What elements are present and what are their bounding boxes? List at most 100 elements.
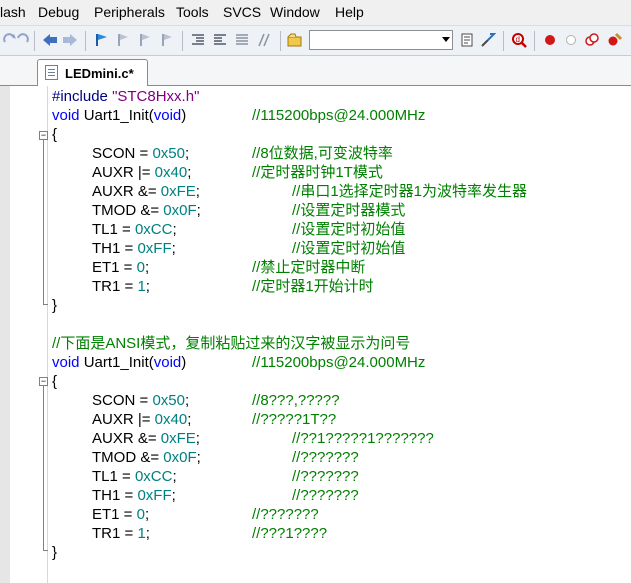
- code-comment: //???????: [252, 506, 319, 523]
- code-token: TL1 =: [92, 468, 135, 485]
- find-combo[interactable]: [309, 30, 453, 50]
- configure-icon[interactable]: [460, 32, 476, 48]
- chevron-down-icon[interactable]: [442, 37, 450, 42]
- code-comment: //?????1T??: [252, 411, 337, 428]
- code-line-stmt: TH1 = 0xFF;: [92, 486, 176, 505]
- code-comment-func2: //115200bps@24.000MHz: [252, 354, 426, 371]
- code-note-comment: //下面是ANSI模式，复制粘贴过来的汉字被显示为问号: [52, 335, 411, 352]
- code-line-stmt: AUXR |= 0x40;: [92, 163, 191, 182]
- menu-debug[interactable]: Debug: [38, 4, 79, 20]
- tab-ledmini-c[interactable]: LEDmini.c*: [37, 59, 148, 86]
- menu-window[interactable]: Window: [270, 4, 320, 20]
- code-token: 0x0F: [163, 449, 197, 466]
- code-comment: //设置定时器模式: [292, 202, 406, 219]
- code-comment: //???????: [292, 449, 359, 466]
- unindent-icon[interactable]: [212, 32, 228, 48]
- code-close-brace-2: }: [52, 544, 58, 561]
- code-token: ;: [196, 449, 201, 466]
- code-line-stmt: SCON = 0x50;: [92, 391, 189, 410]
- uncomment-icon[interactable]: [256, 32, 272, 48]
- code-token: 0x50: [152, 392, 185, 409]
- code-line-stmt: TR1 = 1;: [92, 524, 150, 543]
- prev-bookmark-icon[interactable]: [116, 32, 132, 48]
- menu-peripherals[interactable]: Peripherals: [94, 4, 165, 20]
- code-token: ;: [145, 525, 150, 542]
- undo-icon[interactable]: [14, 32, 30, 48]
- code-comment: //??1?????1???????: [292, 430, 434, 447]
- code-token: ;: [184, 145, 190, 162]
- code-comment: //???1????: [252, 525, 328, 542]
- code-comment: //???????: [292, 487, 359, 504]
- code-line-stmt: SCON = 0x50;: [92, 144, 189, 163]
- code-line-stmt: ET1 = 0;: [92, 258, 149, 277]
- code-token: 1: [137, 525, 146, 542]
- target-settings-icon[interactable]: [480, 32, 496, 48]
- next-bookmark-icon[interactable]: [138, 32, 154, 48]
- code-token: 0xFE: [160, 430, 196, 447]
- c-file-icon: [45, 65, 58, 80]
- fold-end-block2: [43, 550, 48, 551]
- code-token: ;: [171, 487, 176, 504]
- clear-bookmarks-icon[interactable]: [160, 32, 176, 48]
- code-token: 0xFF: [137, 487, 172, 504]
- disable-breakpoint-icon[interactable]: [563, 32, 579, 48]
- menu-flash[interactable]: lash: [0, 4, 26, 20]
- code-token: TH1 =: [92, 240, 138, 257]
- code-line-stmt: TL1 = 0xCC;: [92, 220, 177, 239]
- disable-all-breakpoints-icon[interactable]: [584, 32, 600, 48]
- code-token: ;: [196, 202, 201, 219]
- code-comment: //设置定时初始值: [292, 221, 406, 238]
- code-token: 0xCC: [134, 468, 173, 485]
- code-token: TL1 =: [92, 221, 135, 238]
- code-token: ;: [187, 164, 192, 181]
- code-token: ;: [144, 259, 150, 276]
- code-comment: //设置定时初始值: [292, 240, 406, 257]
- code-token: ;: [145, 278, 150, 295]
- editor-tab-strip: LEDmini.c*: [0, 56, 631, 86]
- code-editor[interactable]: − − #include "STC8Hxx.h" void Uart1_Init…: [0, 86, 631, 583]
- toolbar: d: [0, 26, 631, 56]
- comment-icon[interactable]: [234, 32, 250, 48]
- back-icon[interactable]: [42, 32, 58, 48]
- code-token: AUXR |=: [92, 411, 155, 428]
- breakpoint-icon[interactable]: [542, 32, 558, 48]
- code-token: ;: [172, 468, 177, 485]
- code-token: TH1 =: [92, 487, 138, 504]
- indent-icon[interactable]: [190, 32, 206, 48]
- code-token: ;: [187, 411, 192, 428]
- bookmark-icon[interactable]: [94, 32, 110, 48]
- code-token: SCON =: [92, 392, 153, 409]
- code-token: 0x40: [154, 411, 188, 428]
- fold-toggle-block2[interactable]: −: [39, 377, 48, 386]
- code-close-brace-1: }: [52, 297, 58, 314]
- code-line-stmt: TR1 = 1;: [92, 277, 150, 296]
- code-comment: //8???,?????: [252, 392, 340, 409]
- kill-breakpoints-icon[interactable]: [606, 32, 622, 48]
- code-line-stmt: TMOD &= 0x0F;: [92, 201, 201, 220]
- code-token: 0x0F: [163, 202, 197, 219]
- code-token: ;: [195, 183, 200, 200]
- code-comment-func1: //115200bps@24.000MHz: [252, 107, 426, 124]
- forward-icon[interactable]: [62, 32, 78, 48]
- menu-svcs[interactable]: SVCS: [223, 4, 261, 20]
- fold-end-block1: [43, 304, 48, 305]
- code-line-func2: void Uart1_Init(void): [52, 354, 187, 371]
- code-comment: //定时器1开始计时: [252, 278, 374, 295]
- code-line-stmt: TL1 = 0xCC;: [92, 467, 177, 486]
- fold-line-block1: [43, 140, 44, 305]
- code-token: ;: [172, 221, 177, 238]
- find-in-files-icon[interactable]: [287, 32, 303, 48]
- code-token: 0xFE: [160, 183, 196, 200]
- menu-tools[interactable]: Tools: [176, 4, 209, 20]
- debug-icon[interactable]: d: [511, 32, 527, 48]
- editor-gutter: [0, 86, 48, 583]
- fold-toggle-block1[interactable]: −: [39, 131, 48, 140]
- code-comment: //定时器时钟1T模式: [252, 164, 383, 181]
- menu-help[interactable]: Help: [335, 4, 364, 20]
- code-comment: //串口1选择定时器1为波特率发生器: [292, 183, 528, 200]
- code-token: TMOD &=: [92, 449, 164, 466]
- code-open-brace-1: {: [52, 126, 58, 143]
- code-line-stmt: ET1 = 0;: [92, 505, 149, 524]
- code-line-stmt: TMOD &= 0x0F;: [92, 448, 201, 467]
- tab-label: LEDmini.c*: [65, 66, 134, 81]
